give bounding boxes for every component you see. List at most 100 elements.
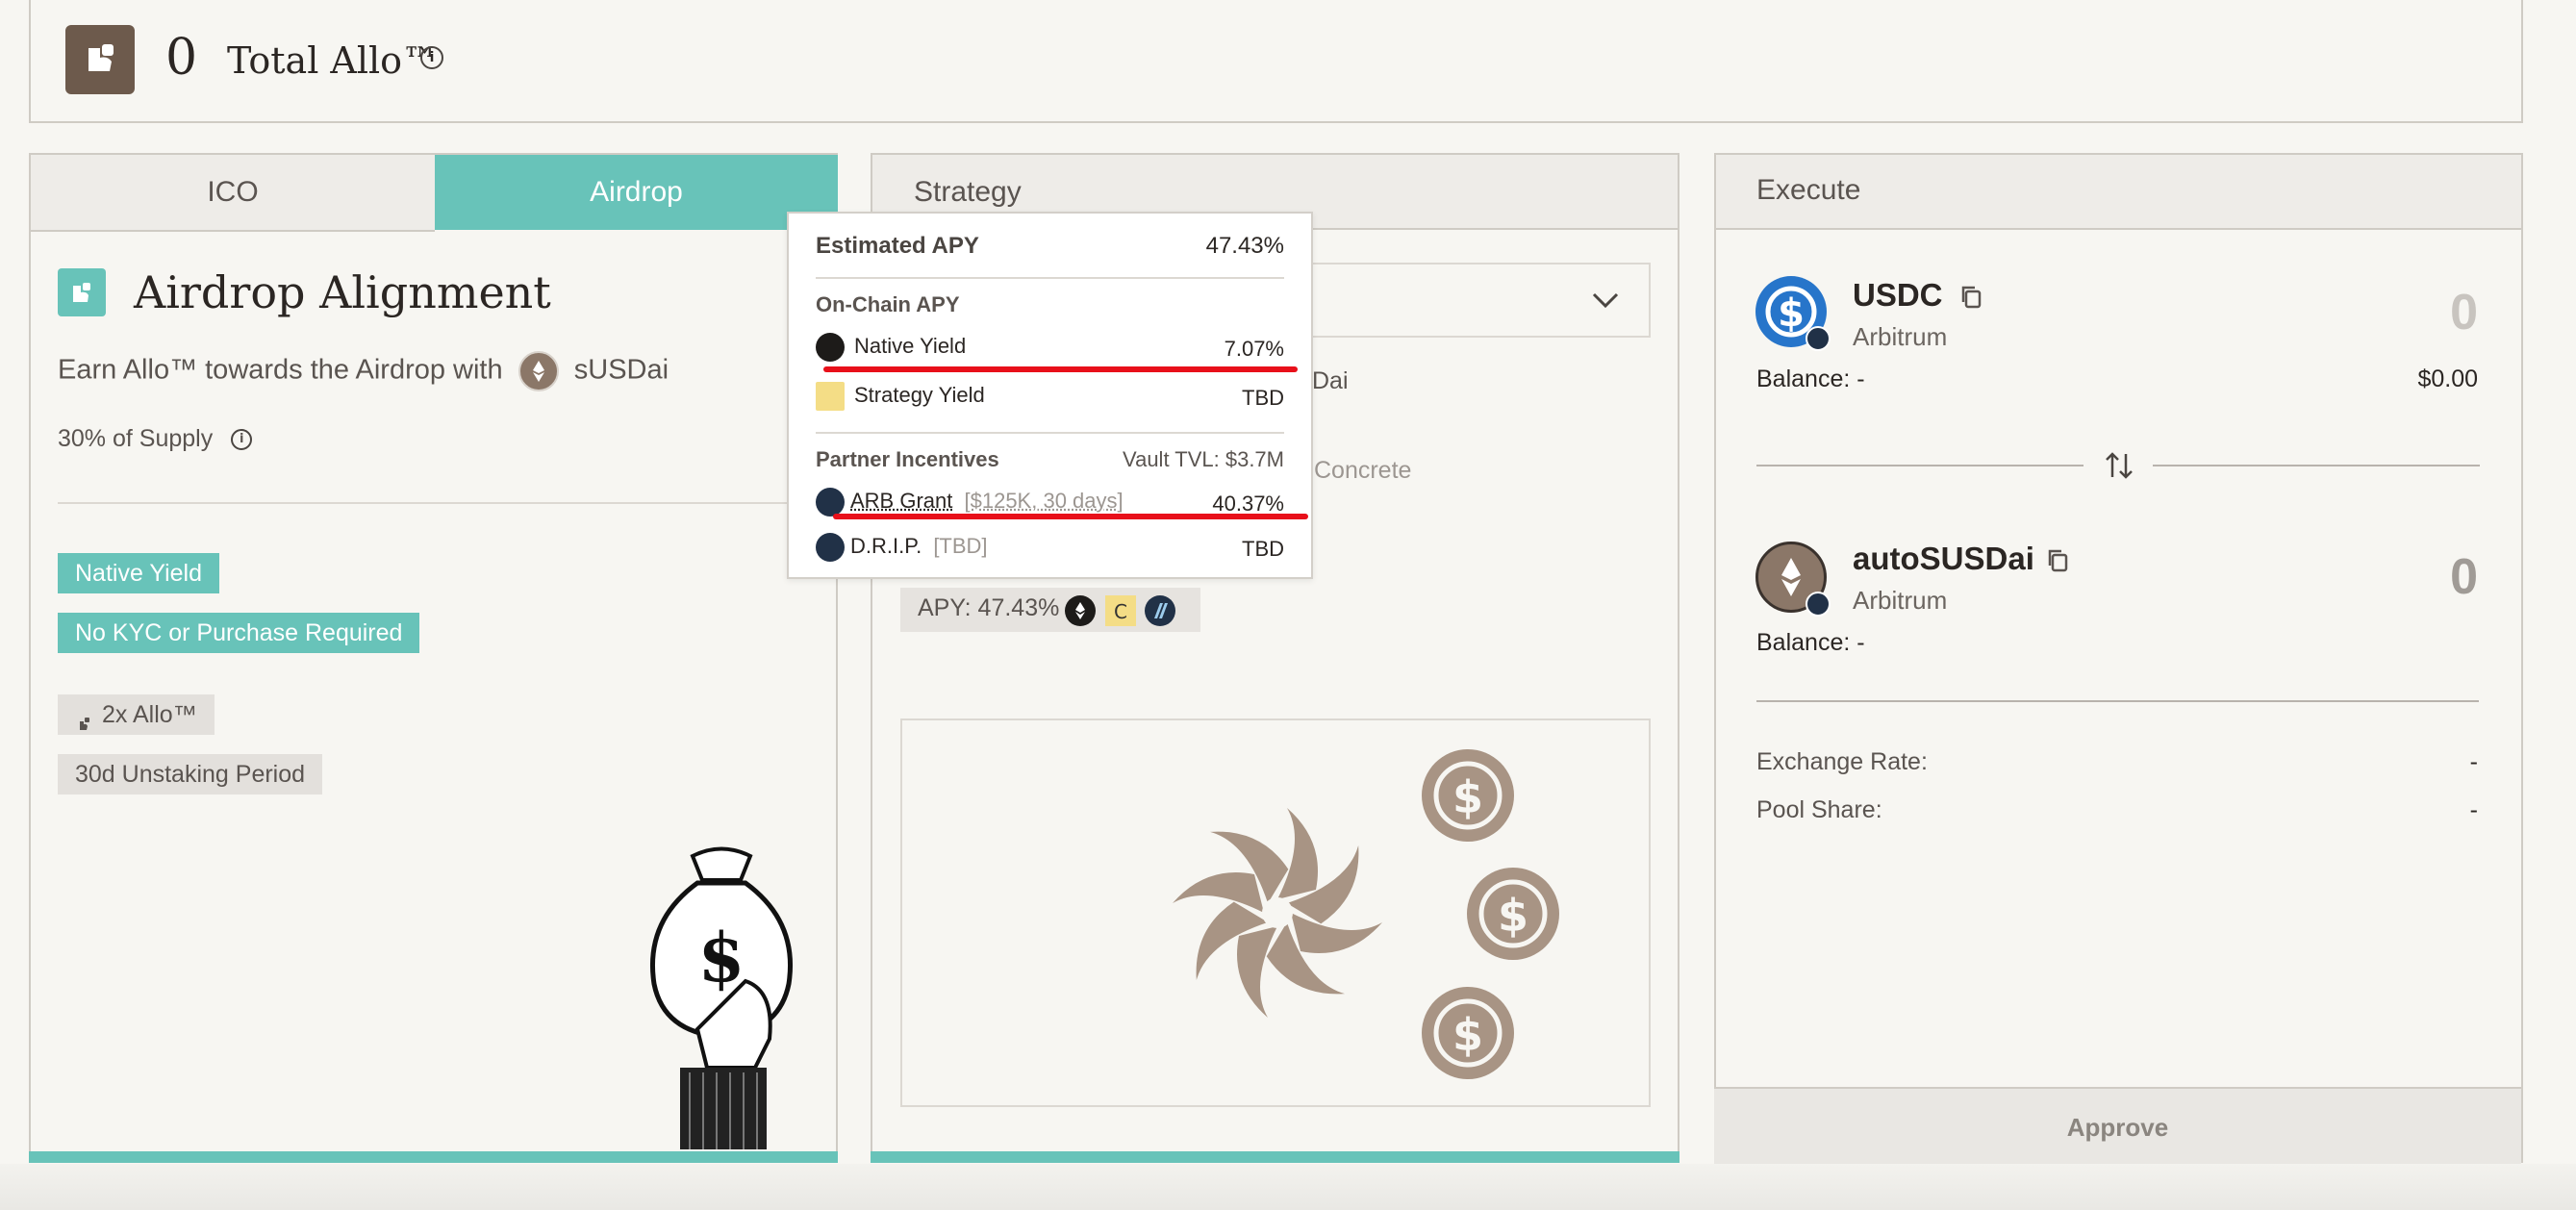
airdrop-icon: [58, 268, 106, 316]
strategy-illustration: $ $ $: [900, 718, 1651, 1107]
supply-text: 30% of Supply: [58, 425, 214, 452]
autosusdai-icon: [1755, 542, 1831, 617]
drip-value: TBD: [1242, 537, 1284, 561]
drip-note: [TBD]: [933, 533, 988, 558]
tab-ico[interactable]: ICO: [31, 155, 435, 232]
execute-card: [1714, 153, 2523, 1163]
native-yield-row: Native Yield 7.07%: [816, 333, 1284, 362]
to-network: Arbitrum: [1853, 586, 1948, 615]
susdai-icon: [518, 351, 559, 391]
allo-small-icon: [75, 706, 94, 731]
arbitrum-badge-icon: [1806, 592, 1831, 617]
airdrop-token: sUSDai: [573, 354, 669, 386]
total-allo-value: 0: [165, 29, 198, 87]
airdrop-title: Airdrop Alignment: [134, 266, 551, 318]
supply-row: 30% of Supply i: [58, 422, 253, 455]
strategy-yield-label: Strategy Yield: [854, 382, 985, 407]
drip-label: D.R.I.P.: [850, 533, 922, 558]
from-amount-input[interactable]: 0: [2424, 284, 2478, 341]
concrete-icon: C: [1105, 595, 1136, 626]
tag-native-yield: Native Yield: [58, 553, 220, 593]
airdrop-card-bottom-bar: [29, 1151, 838, 1163]
arbitrum-icon: [816, 533, 845, 562]
strategy-yield-value: TBD: [1242, 386, 1284, 410]
approve-button[interactable]: Approve: [1714, 1087, 2521, 1166]
arbitrum-icon: [816, 488, 845, 517]
svg-text:$: $: [1452, 771, 1483, 823]
vault-tvl: Vault TVL: $3.7M: [1123, 447, 1284, 471]
partner-incentives-row: Partner Incentives Vault TVL: $3.7M: [816, 447, 1284, 472]
native-yield-icon: [1065, 595, 1096, 626]
to-token: autoSUSDai: [1853, 541, 2034, 576]
divider: [58, 502, 808, 504]
swap-divider-left: [1756, 465, 2084, 466]
onchain-apy-label: On-Chain APY: [816, 292, 960, 316]
arbitrum-badge-icon: [1806, 326, 1831, 351]
page-bottom-shadow: [0, 1164, 2576, 1210]
divider: [1756, 700, 2479, 702]
native-yield-value: 7.07%: [1224, 337, 1284, 361]
native-yield-label: Native Yield: [854, 333, 967, 358]
apy-badge[interactable]: APY: 47.43% C: [900, 588, 1200, 632]
swap-divider-right: [2153, 465, 2480, 466]
to-amount: 0: [2450, 549, 2478, 605]
tab-airdrop[interactable]: Airdrop: [435, 155, 838, 230]
money-bag-illustration: $: [640, 837, 803, 1149]
airdrop-subtitle-text: Earn Allo™ towards the Airdrop with: [58, 354, 503, 386]
apy-badge-text: APY: 47.43%: [918, 594, 1060, 621]
copy-icon[interactable]: [2043, 545, 2074, 576]
pool-share-label: Pool Share:: [1756, 796, 1882, 823]
strategy-card-bottom-bar: [871, 1151, 1679, 1163]
from-balance: Balance: -: [1756, 366, 1865, 392]
from-network: Arbitrum: [1853, 322, 1948, 351]
airdrop-subtitle: Earn Allo™ towards the Airdrop with sUSD…: [58, 351, 669, 391]
info-icon[interactable]: i: [420, 46, 443, 69]
total-allo-label: Total Allo™: [227, 39, 440, 82]
concrete-icon: [816, 382, 845, 411]
exchange-rate-value: -: [2469, 748, 2478, 775]
arbitrum-icon: [1145, 595, 1175, 626]
from-token: USDC: [1853, 277, 1943, 313]
supply-info-icon[interactable]: i: [231, 429, 253, 451]
red-highlight-line: [833, 514, 1308, 519]
tag-no-kyc: No KYC or Purchase Required: [58, 613, 420, 653]
arb-grant-note: [$125K, 30 days]: [964, 488, 1124, 513]
estimated-apy-value: 47.43%: [1205, 233, 1284, 259]
tag-allo-multiplier-label: 2x Allo™: [102, 701, 197, 728]
estimated-apy-row: Estimated APY 47.43%: [816, 233, 1284, 260]
arb-grant-row: ARB Grant [$125K, 30 days] 40.37%: [816, 488, 1284, 517]
usdc-icon: $: [1755, 276, 1831, 351]
from-balance-usd: $0.00: [2417, 366, 2478, 392]
allo-logo-icon: [65, 25, 135, 94]
strategy-text-partial-2: Concrete: [1314, 457, 1412, 484]
swap-arrows-icon[interactable]: [2103, 448, 2135, 483]
copy-icon[interactable]: [1957, 282, 1987, 313]
apy-tooltip: Estimated APY 47.43% On-Chain APY Native…: [787, 212, 1313, 579]
execute-title: Execute: [1756, 174, 1861, 206]
native-yield-icon: [816, 333, 845, 362]
tag-unstaking: 30d Unstaking Period: [58, 754, 323, 794]
svg-text:C: C: [1114, 600, 1127, 623]
strategy-title: Strategy: [914, 176, 1022, 208]
usdc-coin-3: $: [1422, 987, 1514, 1079]
exchange-rate-label: Exchange Rate:: [1756, 748, 1928, 775]
arb-grant-label: ARB Grant: [850, 488, 953, 513]
to-balance: Balance: -: [1756, 629, 1865, 656]
popup-divider: [816, 432, 1284, 434]
usdc-coin-2: $: [1467, 868, 1559, 960]
strategy-text-partial-1: Dai: [1312, 367, 1349, 394]
svg-text:$: $: [1498, 890, 1528, 942]
strategy-yield-row: Strategy Yield TBD: [816, 382, 1284, 411]
estimated-apy-label: Estimated APY: [816, 233, 979, 259]
tag-allo-multiplier: 2x Allo™: [58, 694, 215, 735]
pool-share-value: -: [2469, 796, 2478, 823]
partner-incentives-label: Partner Incentives: [816, 447, 999, 471]
red-highlight-line: [823, 366, 1298, 372]
popup-divider: [816, 277, 1284, 279]
drip-row: D.R.I.P. [TBD] TBD: [816, 533, 1284, 562]
svg-text:$: $: [698, 918, 745, 997]
chevron-down-icon: [1592, 292, 1619, 309]
svg-text:$: $: [1452, 1009, 1483, 1061]
svg-text:$: $: [1778, 291, 1805, 336]
usdc-coin-1: $: [1422, 749, 1514, 842]
